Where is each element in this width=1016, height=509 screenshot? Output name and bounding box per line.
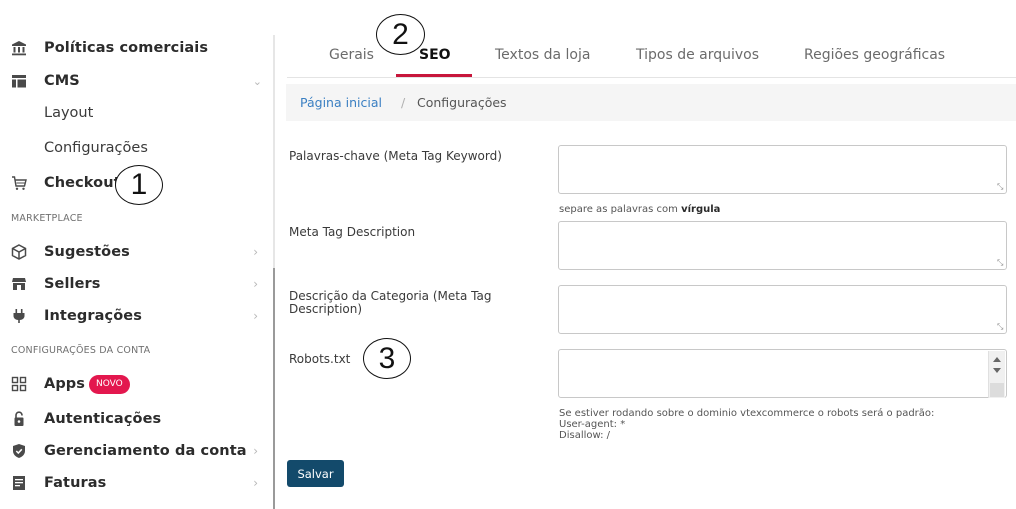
sidebar-item-label: Layout <box>44 105 94 121</box>
sidebar-item-label: Políticas comerciais <box>44 40 209 56</box>
sidebar-item-label: Checkout <box>44 175 121 191</box>
sidebar-item-autenticacoes[interactable]: Autenticações <box>0 404 272 434</box>
sidebar-item-integracoes[interactable]: Integrações › <box>0 301 272 331</box>
breadcrumb-current: Configurações <box>417 95 507 110</box>
sidebar-item-label: Gerenciamento da conta <box>44 443 247 459</box>
sidebar-item-label: Apps <box>44 376 86 392</box>
breadcrumb-home-link[interactable]: Página inicial <box>300 95 382 110</box>
tab-textos-da-loja[interactable]: Textos da loja <box>495 47 590 63</box>
bank-icon <box>11 40 27 56</box>
chevron-right-icon: › <box>253 444 258 458</box>
sidebar-item-label: Faturas <box>44 475 107 491</box>
invoice-icon <box>11 475 27 491</box>
keywords-hint: separe as palavras com vírgula <box>559 204 721 215</box>
sidebar-item-label: Configurações <box>44 140 148 156</box>
sidebar-item-label: Autenticações <box>44 411 162 427</box>
sidebar-item-faturas[interactable]: Faturas › <box>0 468 272 498</box>
scroll-down-icon[interactable] <box>993 368 1001 373</box>
chevron-right-icon: › <box>253 245 258 259</box>
new-badge: NOVO <box>89 375 130 394</box>
shield-icon <box>11 443 27 459</box>
annotation-marker-2: 2 <box>376 14 425 55</box>
sidebar-item-sugestoes[interactable]: Sugestões › <box>0 237 272 267</box>
annotation-marker-3: 3 <box>363 338 411 379</box>
breadcrumb-separator: / <box>401 95 406 110</box>
robots-label: Robots.txt <box>289 352 351 366</box>
chevron-down-icon: ⌄ <box>252 74 262 88</box>
sidebar-item-gerenciamento-da-conta[interactable]: Gerenciamento da conta › <box>0 436 272 466</box>
keywords-label: Palavras-chave (Meta Tag Keyword) <box>289 149 502 163</box>
robots-scrollbar[interactable] <box>988 351 1005 398</box>
sidebar-item-sellers[interactable]: Sellers › <box>0 269 272 299</box>
section-title-marketplace: MARKETPLACE <box>11 213 83 224</box>
robots-textarea[interactable] <box>558 349 1007 398</box>
sidebar-item-label: Integrações <box>44 308 142 324</box>
sidebar-item-apps[interactable]: Apps NOVO <box>0 369 272 399</box>
sidebar-item-configuracoes[interactable]: Configurações <box>0 133 272 163</box>
sidebar-item-label: Sugestões <box>44 244 130 260</box>
box-icon <box>11 244 27 260</box>
sidebar-item-politicas-comerciais[interactable]: Políticas comerciais <box>0 33 272 63</box>
lock-icon <box>11 411 27 427</box>
chevron-right-icon: › <box>253 476 258 490</box>
annotation-marker-1: 1 <box>115 165 163 205</box>
save-button[interactable]: Salvar <box>287 460 344 487</box>
resize-grip-icon[interactable]: ⤡ <box>997 183 1005 191</box>
cart-icon <box>11 175 27 191</box>
tab-regioes-geograficas[interactable]: Regiões geográficas <box>804 47 945 63</box>
sidebar: Políticas comerciais CMS ⌄ Layout Config… <box>0 0 272 509</box>
layout-icon <box>11 73 27 89</box>
resize-grip-icon[interactable] <box>990 383 1004 397</box>
robots-hint: Se estiver rodando sobre o dominio vtexc… <box>559 408 935 441</box>
category-description-label: Descrição da Categoria (Meta Tag Descript… <box>289 289 492 316</box>
scroll-up-icon[interactable] <box>993 357 1001 362</box>
breadcrumb: Página inicial / Configurações <box>286 84 1016 121</box>
tab-tipos-de-arquivos[interactable]: Tipos de arquivos <box>636 47 759 63</box>
category-description-textarea[interactable] <box>558 285 1007 334</box>
chevron-right-icon: › <box>253 309 258 323</box>
apps-icon <box>11 376 27 392</box>
resize-grip-icon[interactable]: ⤡ <box>997 323 1005 331</box>
tab-gerais[interactable]: Gerais <box>329 47 374 63</box>
keywords-textarea[interactable] <box>558 145 1007 194</box>
meta-description-label: Meta Tag Description <box>289 225 416 239</box>
sidebar-scrollbar[interactable] <box>273 268 275 509</box>
tab-seo[interactable]: SEO <box>419 47 451 63</box>
resize-grip-icon[interactable]: ⤡ <box>997 259 1005 267</box>
sidebar-item-layout[interactable]: Layout <box>0 98 272 128</box>
chevron-right-icon: › <box>253 277 258 291</box>
active-tab-indicator <box>396 74 472 77</box>
section-title-account: CONFIGURAÇÕES DA CONTA <box>11 345 151 356</box>
sidebar-item-label: CMS <box>44 73 80 89</box>
meta-description-textarea[interactable] <box>558 221 1007 270</box>
sidebar-item-cms[interactable]: CMS ⌄ <box>0 66 272 96</box>
plug-icon <box>11 308 27 324</box>
sidebar-item-label: Sellers <box>44 276 101 292</box>
store-icon <box>11 276 27 292</box>
